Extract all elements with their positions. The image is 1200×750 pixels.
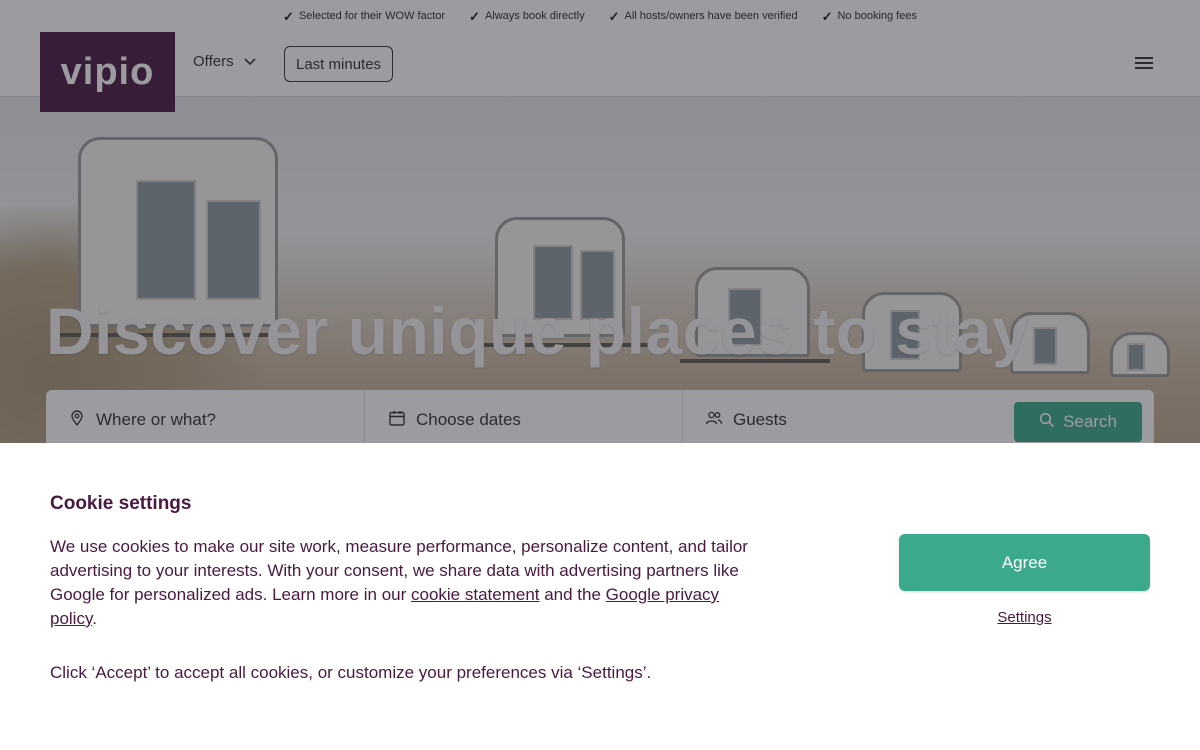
settings-link[interactable]: Settings xyxy=(899,609,1150,626)
agree-button[interactable]: Agree xyxy=(899,534,1150,591)
cookie-title: Cookie settings xyxy=(50,493,192,514)
cookie-statement-link[interactable]: cookie statement xyxy=(411,585,540,604)
cookie-text-after: . xyxy=(92,609,97,628)
cookie-text-middle: and the xyxy=(539,585,606,604)
cookie-instruction: Click ‘Accept’ to accept all cookies, or… xyxy=(50,663,652,682)
cookie-consent-panel: Cookie settings We use cookies to make o… xyxy=(0,443,1200,750)
modal-backdrop[interactable] xyxy=(0,0,1200,443)
cookie-description: We use cookies to make our site work, me… xyxy=(50,535,770,631)
